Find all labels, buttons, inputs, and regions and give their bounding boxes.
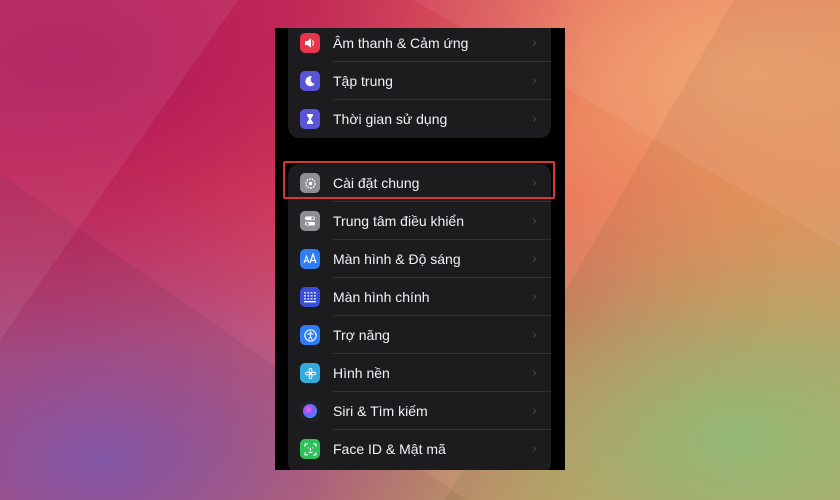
chevron-right-icon: › bbox=[532, 35, 537, 51]
settings-screen: Âm thanh & Cảm ứng › Tập trung › Thời gi… bbox=[275, 28, 565, 470]
text-size-icon bbox=[300, 249, 320, 269]
settings-row-label: Màn hình & Độ sáng bbox=[333, 251, 461, 267]
settings-row-accessibility[interactable]: Trợ năng › bbox=[288, 316, 551, 354]
settings-row-label: Hình nền bbox=[333, 365, 390, 381]
settings-row-label: Trung tâm điều khiển bbox=[333, 213, 464, 229]
settings-row-label: Face ID & Mật mã bbox=[333, 441, 446, 457]
speaker-icon bbox=[300, 33, 320, 53]
settings-row-wallpaper[interactable]: Hình nền › bbox=[288, 354, 551, 392]
settings-row-sounds[interactable]: Âm thanh & Cảm ứng › bbox=[288, 28, 551, 62]
chevron-right-icon: › bbox=[532, 403, 537, 419]
chevron-right-icon: › bbox=[532, 365, 537, 381]
settings-row-label: Trợ năng bbox=[333, 327, 390, 343]
home-grid-icon bbox=[300, 287, 320, 307]
face-id-icon bbox=[300, 439, 320, 459]
toggle-icon bbox=[300, 211, 320, 231]
settings-group-2: Cài đặt chung › Trung tâm điều khiển › M… bbox=[288, 164, 551, 470]
settings-row-display-brightness[interactable]: Màn hình & Độ sáng › bbox=[288, 240, 551, 278]
settings-row-screen-time[interactable]: Thời gian sử dụng › bbox=[288, 100, 551, 138]
highlight-box bbox=[283, 161, 555, 199]
settings-row-label: Tập trung bbox=[333, 73, 393, 89]
settings-row-label: Âm thanh & Cảm ứng bbox=[333, 35, 469, 51]
moon-icon bbox=[300, 71, 320, 91]
settings-row-focus[interactable]: Tập trung › bbox=[288, 62, 551, 100]
chevron-right-icon: › bbox=[532, 213, 537, 229]
settings-row-label: Màn hình chính bbox=[333, 289, 430, 305]
chevron-right-icon: › bbox=[532, 73, 537, 89]
settings-row-label: Siri & Tìm kiếm bbox=[333, 403, 428, 419]
settings-row-home-screen[interactable]: Màn hình chính › bbox=[288, 278, 551, 316]
chevron-right-icon: › bbox=[532, 251, 537, 267]
accessibility-icon bbox=[300, 325, 320, 345]
chevron-right-icon: › bbox=[532, 327, 537, 343]
flower-icon bbox=[300, 363, 320, 383]
settings-row-face-id[interactable]: Face ID & Mật mã › bbox=[288, 430, 551, 468]
chevron-right-icon: › bbox=[532, 441, 537, 457]
chevron-right-icon: › bbox=[532, 289, 537, 305]
settings-row-siri-search[interactable]: Siri & Tìm kiếm › bbox=[288, 392, 551, 430]
hourglass-icon bbox=[300, 109, 320, 129]
siri-icon bbox=[300, 401, 320, 421]
settings-row-label: Thời gian sử dụng bbox=[333, 111, 448, 127]
settings-group-1: Âm thanh & Cảm ứng › Tập trung › Thời gi… bbox=[288, 28, 551, 138]
chevron-right-icon: › bbox=[532, 111, 537, 127]
settings-row-control-center[interactable]: Trung tâm điều khiển › bbox=[288, 202, 551, 240]
